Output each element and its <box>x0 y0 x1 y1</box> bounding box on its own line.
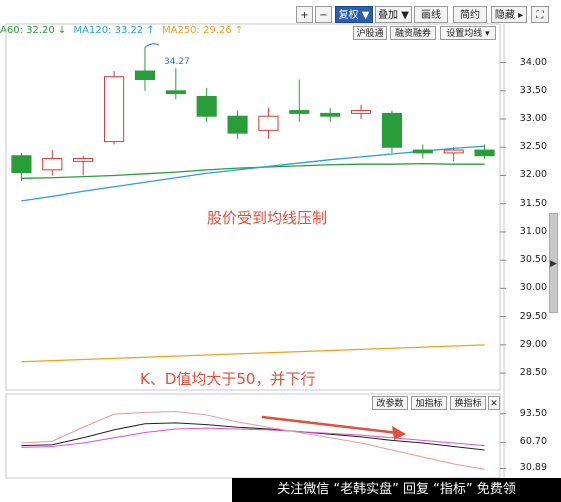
kd-line-j <box>21 410 485 470</box>
price-tick-label: 33.50 <box>519 84 547 96</box>
candle-body <box>73 158 94 162</box>
chart-window: + − 复权 ▼ 叠加 ▼ 画线 简约 隐藏 ▸ ⛶ A60: 32.20 ↓ … <box>0 0 561 502</box>
kd-line-k <box>21 422 485 451</box>
price-tick-label: 28.50 <box>519 367 547 379</box>
price-tick-label: 29.00 <box>519 338 547 350</box>
price-tick-label: 31.50 <box>519 197 547 209</box>
candle-body <box>134 70 156 81</box>
price-tick-label: 31.00 <box>519 225 547 237</box>
candle-body <box>258 115 279 131</box>
kd-line-d <box>21 427 485 448</box>
candle-body <box>474 149 495 157</box>
kd-tick-label: 30.89 <box>519 462 547 474</box>
price-tick-label: 33.00 <box>519 113 547 125</box>
candle-body <box>42 158 63 171</box>
price-tick-label: 34.00 <box>519 56 547 68</box>
close-indicator-icon[interactable]: ✕ <box>488 396 500 410</box>
price-tick-label: 30.00 <box>519 282 547 294</box>
ma-line-ma60 <box>21 162 485 179</box>
high-price-pointer <box>144 43 160 48</box>
price-chart <box>5 23 506 479</box>
ma-line-ma120 <box>21 145 485 202</box>
ma-line-ma250 <box>21 344 485 363</box>
change-param-button[interactable]: 改参数 <box>372 396 408 410</box>
kd-note: K、D值均大于50，并下行 <box>140 370 316 388</box>
high-price-label: 34.27 <box>164 57 190 67</box>
watermark-banner: 关注微信 “老韩实盘” 回复 “指标” 免费领 <box>232 478 561 502</box>
price-note: 股价受到均线压制 <box>207 209 328 227</box>
price-tick-label: 32.50 <box>519 141 547 153</box>
kd-tick-label: 60.70 <box>519 436 547 448</box>
candle-body <box>443 149 464 154</box>
candle-body <box>196 95 217 117</box>
candle-body <box>103 76 125 143</box>
candle-body <box>320 112 341 117</box>
price-tick-label: 32.00 <box>519 169 547 181</box>
candle-body <box>289 110 310 114</box>
price-tick-label: 30.50 <box>519 254 547 266</box>
candle-body <box>227 115 248 134</box>
candle-body <box>381 112 403 148</box>
candle-body <box>165 90 186 95</box>
add-indicator-button[interactable]: 加指标 <box>411 396 447 410</box>
candle-body <box>11 155 32 174</box>
kd-tick-label: 93.50 <box>519 407 547 419</box>
switch-indicator-button[interactable]: 换指标 <box>450 396 486 410</box>
price-tick-label: 29.50 <box>519 310 547 322</box>
candle-body <box>350 110 372 114</box>
candle-body <box>412 149 433 154</box>
scroll-right-icon[interactable]: ▶ <box>550 258 557 269</box>
